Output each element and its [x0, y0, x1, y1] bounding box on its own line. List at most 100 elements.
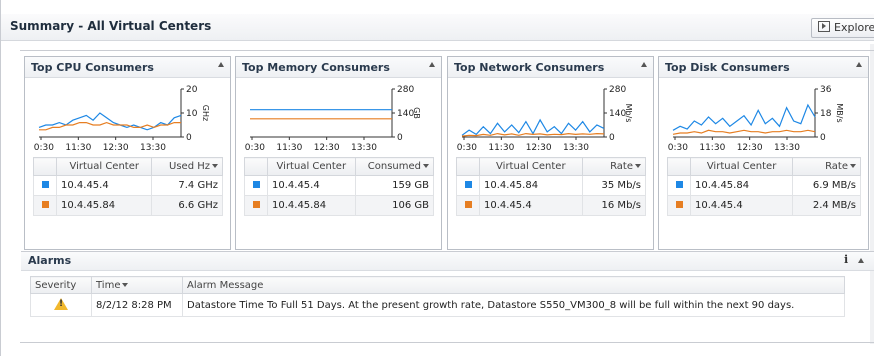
- table-row[interactable]: 10.4.45.4 2.4 MB/s: [667, 195, 861, 216]
- table-row[interactable]: 10.4.45.84 35 Mb/s: [456, 175, 647, 196]
- vc-name: 10.4.45.84: [479, 175, 583, 196]
- x-tick-label: 11:30: [276, 143, 302, 153]
- vc-name: 10.4.45.84: [267, 195, 356, 216]
- x-tick-label: 12:30: [314, 143, 340, 153]
- table-row[interactable]: 10.4.45.84 6.6 GHz: [33, 195, 223, 216]
- x-tick-label: 13:30: [140, 143, 166, 153]
- alarm-message: Datastore Time To Full 51 Days. At the p…: [182, 293, 845, 317]
- explore-icon: [818, 21, 830, 32]
- column-header-swatch: [456, 157, 480, 176]
- x-tick-label: 12:30: [103, 143, 129, 153]
- x-tick-label: 13:30: [351, 143, 377, 153]
- sort-desc-icon: [212, 164, 218, 168]
- column-header-time[interactable]: Time: [91, 276, 183, 294]
- panel-title: Top Memory Consumers: [242, 61, 390, 74]
- vc-value: 2.4 MB/s: [792, 195, 861, 216]
- collapse-icon[interactable]: [856, 62, 862, 67]
- column-header-rate[interactable]: Rate: [792, 157, 861, 176]
- y-axis-unit: MB/s: [835, 103, 844, 122]
- vc-name: 10.4.45.4: [267, 175, 356, 196]
- collapse-icon[interactable]: [429, 62, 435, 67]
- x-tick-label: 10:30: [244, 143, 265, 153]
- vc-name: 10.4.45.4: [689, 195, 794, 216]
- vc-name: 10.4.45.4: [55, 175, 153, 196]
- column-header-consumed[interactable]: Consumed: [354, 157, 435, 176]
- series-line-0: [461, 118, 605, 136]
- panel-title: Top Disk Consumers: [665, 61, 790, 74]
- column-header-used-hz[interactable]: Used Hz: [151, 157, 223, 176]
- column-header-alarm-message[interactable]: Alarm Message: [182, 276, 845, 294]
- sort-desc-icon: [635, 164, 641, 168]
- table-row[interactable]: 10.4.45.4 16 Mb/s: [456, 195, 647, 216]
- table-row[interactable]: 10.4.45.4 7.4 GHz: [33, 175, 223, 196]
- x-tick-label: 10:30: [33, 143, 54, 153]
- panel-title: Top CPU Consumers: [31, 61, 154, 74]
- collapse-icon[interactable]: [641, 62, 647, 67]
- sort-desc-icon: [122, 282, 129, 287]
- x-tick-label: 10:30: [456, 143, 477, 153]
- panel-header: Top Memory Consumers: [236, 57, 441, 78]
- vc-name: 10.4.45.84: [689, 175, 794, 196]
- panel-memory: Top Memory Consumers 280 140 0 GB 10:30 11:30…: [235, 56, 442, 250]
- disk-table: Virtual Center Rate 10.4.45.84 6.9 MB/s …: [667, 157, 861, 216]
- memory-chart: 280 140 0 GB 10:30 11:30 12:30 13:30: [244, 85, 421, 153]
- panel-header: Top CPU Consumers: [25, 57, 230, 78]
- series-swatch: [675, 181, 683, 188]
- series-line-1: [461, 132, 605, 137]
- panel-cpu: Top CPU Consumers 20 10 0 GHz 10:30 11:30 12:3…: [24, 56, 231, 250]
- column-header-virtual-center[interactable]: Virtual Center: [267, 157, 356, 176]
- y-tick-label: 280: [397, 85, 414, 95]
- explore-label: Explore: [834, 21, 874, 34]
- series-swatch: [464, 201, 472, 208]
- vc-value: 6.6 GHz: [151, 195, 223, 216]
- y-tick-label: 0: [186, 133, 192, 143]
- series-swatch: [41, 201, 49, 208]
- sort-desc-icon: [423, 164, 429, 168]
- y-tick-label: 0: [820, 133, 826, 143]
- vc-value: 35 Mb/s: [581, 175, 647, 196]
- series-swatch: [675, 201, 683, 208]
- collapse-icon[interactable]: [218, 62, 224, 67]
- panel-header: Top Disk Consumers: [659, 57, 868, 78]
- table-row[interactable]: 8/2/12 8:28 PM Datastore Time To Full 51…: [30, 293, 845, 317]
- vc-value: 7.4 GHz: [151, 175, 223, 196]
- page-title: Summary - All Virtual Centers: [10, 19, 212, 33]
- info-icon[interactable]: i: [844, 253, 848, 266]
- y-tick-label: 18: [820, 109, 832, 119]
- table-row[interactable]: 10.4.45.4 159 GB: [244, 175, 435, 196]
- warning-icon: [54, 297, 68, 310]
- y-tick-label: 20: [186, 85, 198, 95]
- cpu-chart: 20 10 0 GHz 10:30 11:30 12:30 13:30: [33, 85, 210, 153]
- series-swatch: [252, 181, 260, 188]
- vc-name: 10.4.45.4: [479, 195, 583, 216]
- x-tick-label: 13:30: [563, 143, 589, 153]
- panel-network: Top Network Consumers 280 140 0 Mb/s 10:30 11…: [447, 56, 654, 250]
- vc-value: 16 Mb/s: [581, 195, 647, 216]
- alarm-time: 8/2/12 8:28 PM: [91, 293, 183, 317]
- x-tick-label: 11:30: [488, 143, 514, 153]
- column-header-virtual-center[interactable]: Virtual Center: [55, 157, 153, 176]
- column-header-swatch: [244, 157, 268, 176]
- series-swatch: [252, 201, 260, 208]
- column-header-virtual-center[interactable]: Virtual Center: [689, 157, 794, 176]
- column-header-swatch: [667, 157, 691, 176]
- panel-title: Top Network Consumers: [454, 61, 605, 74]
- column-header-rate[interactable]: Rate: [581, 157, 647, 176]
- y-axis-unit: GHz: [201, 105, 210, 121]
- explore-button[interactable]: Explore: [811, 18, 874, 38]
- column-header-severity[interactable]: Severity: [30, 276, 92, 294]
- cpu-table: Virtual Center Used Hz 10.4.45.4 7.4 GHz…: [33, 157, 223, 216]
- table-row[interactable]: 10.4.45.84 106 GB: [244, 195, 435, 216]
- column-header-virtual-center[interactable]: Virtual Center: [479, 157, 583, 176]
- y-tick-label: 140: [609, 109, 626, 119]
- network-table: Virtual Center Rate 10.4.45.84 35 Mb/s 1…: [456, 157, 647, 216]
- table-row[interactable]: 10.4.45.84 6.9 MB/s: [667, 175, 861, 196]
- y-tick-label: 0: [609, 133, 615, 143]
- network-chart: 280 140 0 Mb/s 10:30 11:30 12:30 13:30: [456, 85, 633, 153]
- alarms-title: Alarms: [28, 254, 72, 267]
- series-line-0: [672, 103, 816, 131]
- collapse-icon[interactable]: [858, 258, 864, 263]
- x-tick-label: 11:30: [65, 143, 91, 153]
- series-swatch: [464, 181, 472, 188]
- y-axis-unit: Mb/s: [624, 104, 633, 123]
